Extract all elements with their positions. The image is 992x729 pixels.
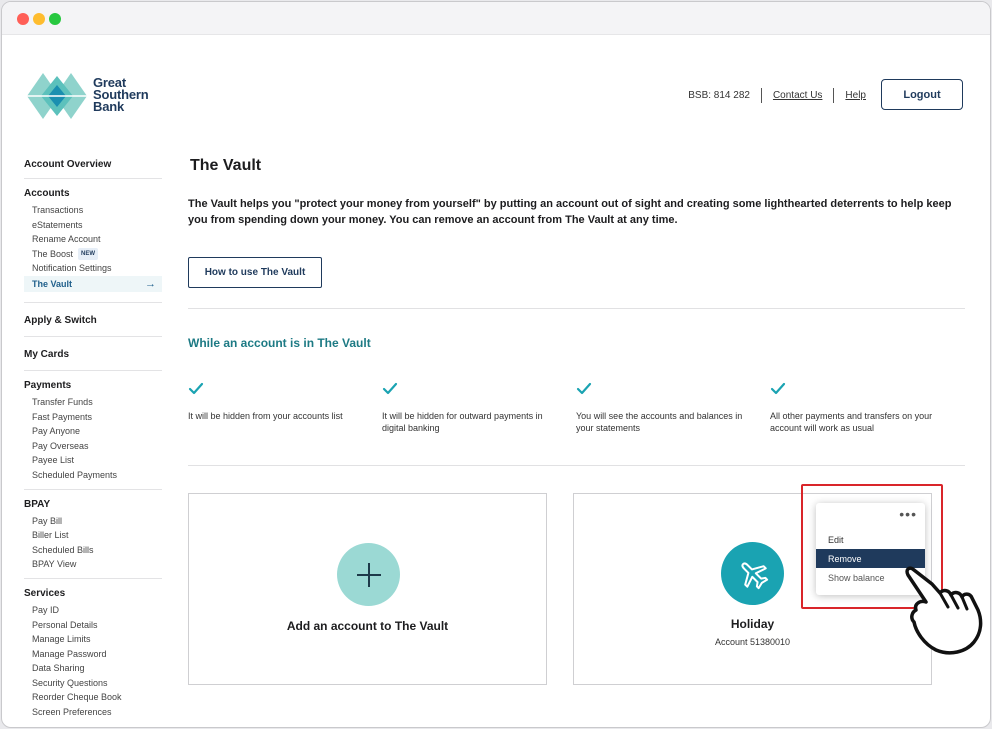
check-icon	[576, 382, 592, 395]
sidebar-section-services[interactable]: Services	[24, 579, 162, 603]
sidebar-group-payments: Transfer Funds Fast Payments Pay Anyone …	[24, 395, 162, 490]
section-divider	[188, 465, 965, 466]
add-account-card[interactable]: Add an account to The Vault	[188, 493, 547, 685]
feature-item: It will be hidden from your accounts lis…	[188, 382, 382, 434]
sidebar-item-scheduled-bills[interactable]: Scheduled Bills	[24, 543, 162, 558]
sidebar-item-rename-account[interactable]: Rename Account	[24, 232, 162, 247]
bank-logo[interactable]: Great Southern Bank	[25, 71, 165, 121]
while-in-vault-heading: While an account is in The Vault	[188, 336, 371, 350]
account-number: Account 51380010	[714, 637, 791, 647]
sidebar-item-screen-preferences[interactable]: Screen Preferences	[24, 705, 162, 720]
section-divider	[188, 308, 965, 309]
sidebar-item-scheduled-payments[interactable]: Scheduled Payments	[24, 468, 162, 483]
holiday-account-avatar	[721, 542, 784, 605]
arrow-right-icon: →	[145, 277, 156, 290]
feature-item: You will see the accounts and balances i…	[576, 382, 770, 434]
sidebar-item-pay-id[interactable]: Pay ID	[24, 603, 162, 618]
sidebar-item-fast-payments[interactable]: Fast Payments	[24, 410, 162, 425]
sidebar-item-pay-bill[interactable]: Pay Bill	[24, 514, 162, 529]
sidebar-section-payments[interactable]: Payments	[24, 371, 162, 395]
feature-text: You will see the accounts and balances i…	[576, 411, 743, 433]
sidebar-item-pay-anyone[interactable]: Pay Anyone	[24, 424, 162, 439]
account-name: Holiday	[730, 617, 775, 631]
airplane-icon	[740, 561, 768, 589]
sidebar-item-the-vault[interactable]: The Vault →	[24, 275, 162, 292]
add-account-label: Add an account to The Vault	[286, 619, 449, 633]
page-title: The Vault	[190, 157, 262, 174]
sidebar-item-security-questions[interactable]: Security Questions	[24, 676, 162, 691]
contact-us-link[interactable]: Contact Us	[773, 90, 822, 101]
sidebar-item-transfer-funds[interactable]: Transfer Funds	[24, 395, 162, 410]
sidebar-item-reorder-cheque-book[interactable]: Reorder Cheque Book	[24, 690, 162, 705]
minimize-window-button[interactable]	[33, 13, 45, 25]
sidebar-item-my-cards[interactable]: My Cards	[24, 337, 162, 371]
sidebar-nav: Account Overview Accounts Transactions e…	[24, 150, 162, 720]
feature-text: It will be hidden for outward payments i…	[382, 411, 543, 433]
sidebar-item-manage-password[interactable]: Manage Password	[24, 647, 162, 662]
sidebar-item-apply-switch[interactable]: Apply & Switch	[24, 303, 162, 337]
logo-line-3: Bank	[93, 99, 124, 114]
more-options-icon[interactable]: •••	[899, 507, 917, 521]
close-window-button[interactable]	[17, 13, 29, 25]
add-account-button[interactable]	[337, 543, 400, 606]
new-badge: NEW	[78, 247, 99, 261]
sidebar-item-estatements[interactable]: eStatements	[24, 218, 162, 233]
sidebar-item-account-overview[interactable]: Account Overview	[24, 150, 162, 179]
sidebar-group-accounts: Transactions eStatements Rename Account …	[24, 203, 162, 303]
sidebar-section-bpay[interactable]: BPAY	[24, 490, 162, 514]
bsb-number: BSB: 814 282	[688, 90, 750, 101]
sidebar-item-biller-list[interactable]: Biller List	[24, 528, 162, 543]
header-divider	[833, 88, 835, 103]
header-divider	[760, 88, 762, 103]
check-icon	[770, 382, 786, 395]
maximize-window-button[interactable]	[49, 13, 61, 25]
sidebar-item-bpay-view[interactable]: BPAY View	[24, 557, 162, 572]
feature-item: All other payments and transfers on your…	[770, 382, 964, 434]
sidebar-item-label: The Boost	[32, 248, 74, 259]
how-to-use-vault-button[interactable]: How to use The Vault	[188, 257, 322, 288]
sidebar-item-the-boost[interactable]: The Boost NEW	[24, 247, 162, 262]
sidebar-group-services: Pay ID Personal Details Manage Limits Ma…	[24, 603, 162, 720]
menu-item-edit[interactable]: Edit	[816, 530, 925, 549]
feature-item: It will be hidden for outward payments i…	[382, 382, 576, 434]
header-links: BSB: 814 282 Contact Us Help	[688, 88, 866, 103]
sidebar-item-manage-limits[interactable]: Manage Limits	[24, 632, 162, 647]
title-bar	[2, 2, 990, 35]
sidebar-group-bpay: Pay Bill Biller List Scheduled Bills BPA…	[24, 514, 162, 579]
vault-features-list: It will be hidden from your accounts lis…	[188, 382, 965, 434]
plus-icon	[356, 562, 381, 587]
vault-intro-text: The Vault helps you "protect your money …	[188, 198, 952, 226]
logo-wordmark: Great Southern Bank	[93, 76, 149, 114]
logo-diamond-icon	[27, 73, 87, 119]
check-icon	[382, 382, 398, 395]
check-icon	[188, 382, 204, 395]
sidebar-item-pay-overseas[interactable]: Pay Overseas	[24, 439, 162, 454]
feature-text: It will be hidden from your accounts lis…	[188, 411, 343, 421]
sidebar-item-data-sharing[interactable]: Data Sharing	[24, 661, 162, 676]
sidebar-item-transactions[interactable]: Transactions	[24, 203, 162, 218]
logout-button[interactable]: Logout	[881, 79, 963, 110]
pointer-hand-icon	[905, 566, 983, 655]
feature-text: All other payments and transfers on your…	[770, 411, 933, 433]
sidebar-item-notification-settings[interactable]: Notification Settings	[24, 261, 162, 276]
help-link[interactable]: Help	[845, 90, 866, 101]
sidebar-item-payee-list[interactable]: Payee List	[24, 453, 162, 468]
sidebar-item-label: The Vault	[32, 278, 73, 289]
sidebar-item-personal-details[interactable]: Personal Details	[24, 618, 162, 633]
sidebar-section-accounts[interactable]: Accounts	[24, 179, 162, 203]
